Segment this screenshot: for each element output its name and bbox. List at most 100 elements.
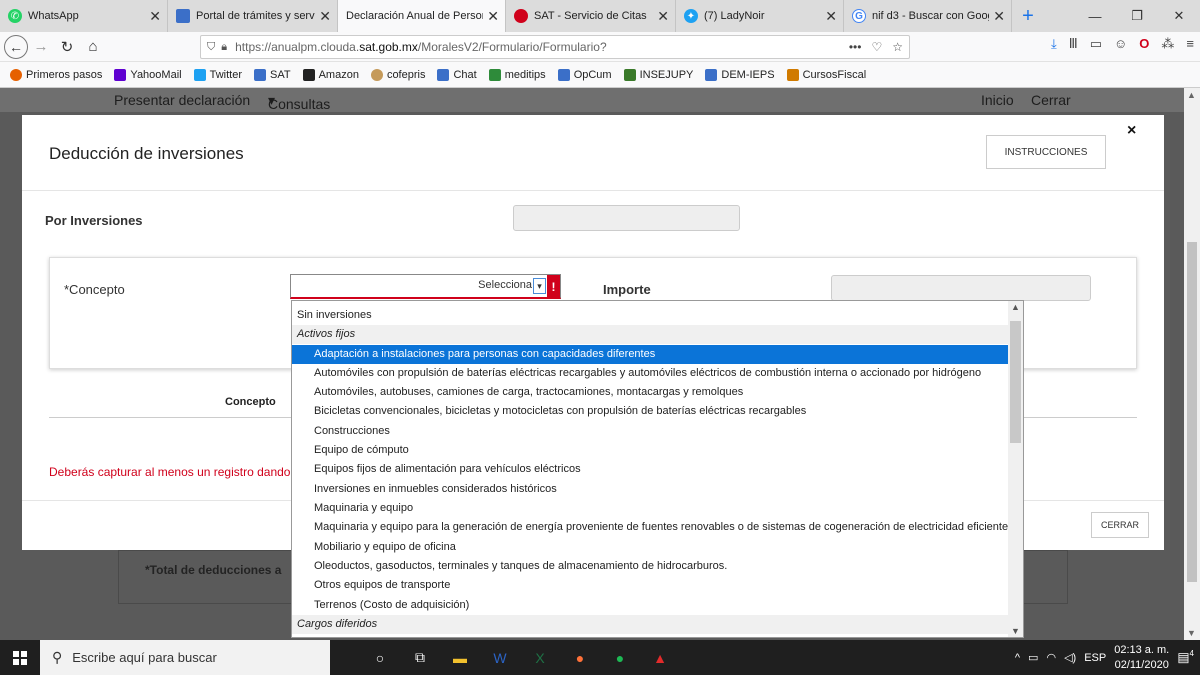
home-button[interactable]: ⌂	[80, 34, 106, 60]
close-icon[interactable]: ×	[1127, 122, 1136, 140]
taskbar: ⚲ Escribe aquí para buscar ○ ⧉ ▬ W X ● ●…	[0, 640, 1200, 675]
bookmark-insejupy[interactable]: INSEJUPY	[623, 68, 693, 81]
dropdown-option[interactable]: Equipos fijos de alimentación para vehíc…	[292, 460, 1009, 479]
bookmark-chat[interactable]: Chat	[437, 68, 477, 81]
scroll-down-icon[interactable]: ▼	[1011, 626, 1020, 636]
task-view-icon[interactable]: ⧉	[400, 640, 440, 675]
language-indicator[interactable]: ESP	[1084, 652, 1106, 664]
close-icon[interactable]: ✕	[993, 8, 1005, 25]
close-icon[interactable]: ✕	[319, 8, 331, 25]
nav-cerrar[interactable]: Cerrar	[1031, 92, 1071, 108]
dropdown-option[interactable]: Mobiliario y equipo de oficina	[292, 538, 1009, 557]
scroll-down-icon[interactable]: ▼	[1187, 628, 1196, 638]
close-icon[interactable]: ✕	[825, 8, 837, 25]
bookmark-meditips[interactable]: meditips	[488, 68, 546, 81]
spotify-icon[interactable]: ●	[600, 640, 640, 675]
back-button[interactable]: ←	[4, 34, 28, 59]
dropdown-option[interactable]: Terrenos (Costo de adquisición)	[292, 596, 1009, 615]
wifi-icon[interactable]: ◠	[1046, 651, 1056, 664]
tab-declaracion[interactable]: Declaración Anual de Person ✕	[338, 0, 506, 32]
error-icon: !	[547, 275, 560, 298]
concepto-label: *Concepto	[64, 282, 125, 297]
concepto-select[interactable]: Selecciona ▾ !	[290, 274, 561, 299]
dropdown-option[interactable]: Otros equipos de transporte	[292, 576, 1009, 595]
forward-button[interactable]: →	[28, 34, 54, 60]
bookmarks-bar: Primeros pasos YahooMail Twitter SAT Ama…	[0, 62, 1200, 88]
pocket-icon[interactable]: ♡	[871, 40, 882, 54]
dropdown-option[interactable]: Inversiones en inmuebles considerados hi…	[292, 480, 1009, 499]
close-icon[interactable]: ✕	[487, 8, 499, 25]
bookmark-opcum[interactable]: OpCum	[557, 68, 612, 81]
dropdown-option-sin-inversiones[interactable]: Sin inversiones	[292, 306, 1009, 325]
clock[interactable]: 02:13 a. m. 02/11/2020	[1114, 643, 1169, 673]
cerrar-button[interactable]: CERRAR	[1091, 512, 1149, 538]
reload-button[interactable]: ↻	[54, 34, 80, 60]
word-icon[interactable]: W	[480, 640, 520, 675]
tab-whatsapp[interactable]: ✆ WhatsApp ✕	[0, 0, 168, 32]
scrollbar-thumb[interactable]	[1187, 242, 1197, 582]
bookmark-cursosfiscal[interactable]: CursosFiscal	[786, 68, 866, 81]
account-icon[interactable]: ☺	[1114, 36, 1127, 52]
dropdown-option[interactable]: Oleoductos, gasoductos, terminales y tan…	[292, 557, 1009, 576]
restore-button[interactable]: ❐	[1116, 0, 1158, 32]
scroll-up-icon[interactable]: ▲	[1187, 90, 1196, 100]
bookmark-yahoomail[interactable]: YahooMail	[114, 68, 182, 81]
chevron-up-icon[interactable]: ^	[1015, 652, 1020, 664]
volume-icon[interactable]: ◁)	[1064, 651, 1076, 664]
close-icon[interactable]: ✕	[149, 8, 161, 25]
dropdown-scrollbar[interactable]: ▲ ▼	[1008, 301, 1023, 637]
concepto-dropdown[interactable]: Sin inversiones Activos fijos Adaptación…	[291, 300, 1024, 638]
tab-twitter[interactable]: ✦ (7) LadyNoir ✕	[676, 0, 844, 32]
dropdown-option[interactable]: Bicicletas convencionales, bicicletas y …	[292, 402, 1009, 421]
bookmark-star-icon[interactable]: ☆	[892, 40, 903, 54]
dropdown-option[interactable]: Adaptación a instalaciones para personas…	[292, 345, 1009, 364]
extensions-icon[interactable]: ⁂	[1161, 36, 1174, 52]
page-scrollbar[interactable]: ▲ ▼	[1184, 88, 1200, 640]
tab-portal[interactable]: Portal de trámites y servi ✕	[168, 0, 338, 32]
bookmark-sat[interactable]: SAT	[254, 68, 291, 81]
nav-consultas[interactable]: Consultas ▾	[268, 92, 330, 112]
excel-icon[interactable]: X	[520, 640, 560, 675]
dropdown-option[interactable]: Equipo de cómputo	[292, 441, 1009, 460]
scroll-up-icon[interactable]: ▲	[1011, 302, 1020, 312]
close-window-button[interactable]: ✕	[1158, 0, 1200, 32]
taskbar-search[interactable]: ⚲ Escribe aquí para buscar	[40, 640, 330, 675]
shield-icon[interactable]: ⛉	[207, 41, 215, 54]
bookmark-primeros-pasos[interactable]: Primeros pasos	[10, 68, 102, 81]
library-icon[interactable]: Ⅲ	[1069, 36, 1078, 52]
tab-sat-citas[interactable]: SAT - Servicio de Citas ✕	[506, 0, 676, 32]
acrobat-icon[interactable]: ▲	[640, 640, 680, 675]
nav-presentar-declaracion[interactable]: Presentar declaración	[114, 92, 250, 108]
new-tab-button[interactable]: +	[1012, 0, 1044, 32]
dropdown-option[interactable]: Construcciones	[292, 422, 1009, 441]
reader-icon[interactable]: ▭	[1090, 36, 1102, 52]
page-actions-icon[interactable]: •••	[849, 40, 862, 54]
download-icon[interactable]: ⤓	[1051, 36, 1057, 52]
close-icon[interactable]: ✕	[657, 8, 669, 25]
dropdown-option[interactable]: Automóviles con propulsión de baterías e…	[292, 364, 1009, 383]
dropdown-scrollbar-thumb[interactable]	[1010, 321, 1021, 443]
chevron-down-icon[interactable]: ▾	[533, 278, 546, 294]
bookmark-cofepris[interactable]: cofepris	[370, 68, 425, 81]
url-bar[interactable]: ⛉ 🔒︎ https://anualpm.clouda.sat.gob.mx/M…	[200, 35, 910, 59]
firefox-icon[interactable]: ●	[560, 640, 600, 675]
notifications-icon[interactable]: ▤4	[1177, 649, 1194, 665]
nav-inicio[interactable]: Inicio	[981, 92, 1014, 108]
dropdown-option[interactable]: Maquinaria y equipo para la generación d…	[292, 518, 1011, 537]
bookmark-twitter[interactable]: Twitter	[193, 68, 242, 81]
instrucciones-button[interactable]: INSTRUCCIONES	[986, 135, 1106, 169]
dropdown-option[interactable]: Maquinaria y equipo	[292, 499, 1009, 518]
file-explorer-icon[interactable]: ▬	[440, 640, 480, 675]
lock-icon[interactable]: 🔒︎	[221, 41, 227, 54]
cortana-icon[interactable]: ○	[360, 640, 400, 675]
opera-icon[interactable]: O	[1139, 36, 1149, 52]
dropdown-option[interactable]: Automóviles, autobuses, camiones de carg…	[292, 383, 1009, 402]
start-button[interactable]	[0, 640, 40, 675]
minimize-button[interactable]: —	[1074, 0, 1116, 32]
tab-google[interactable]: G nif d3 - Buscar con Goog ✕	[844, 0, 1012, 32]
bookmark-dem-ieps[interactable]: DEM-IEPS	[705, 68, 775, 81]
menu-icon[interactable]: ≡	[1186, 36, 1194, 52]
modal-title: Deducción de inversiones	[49, 144, 244, 163]
bookmark-amazon[interactable]: Amazon	[302, 68, 359, 81]
battery-icon[interactable]: ▭	[1028, 651, 1038, 664]
